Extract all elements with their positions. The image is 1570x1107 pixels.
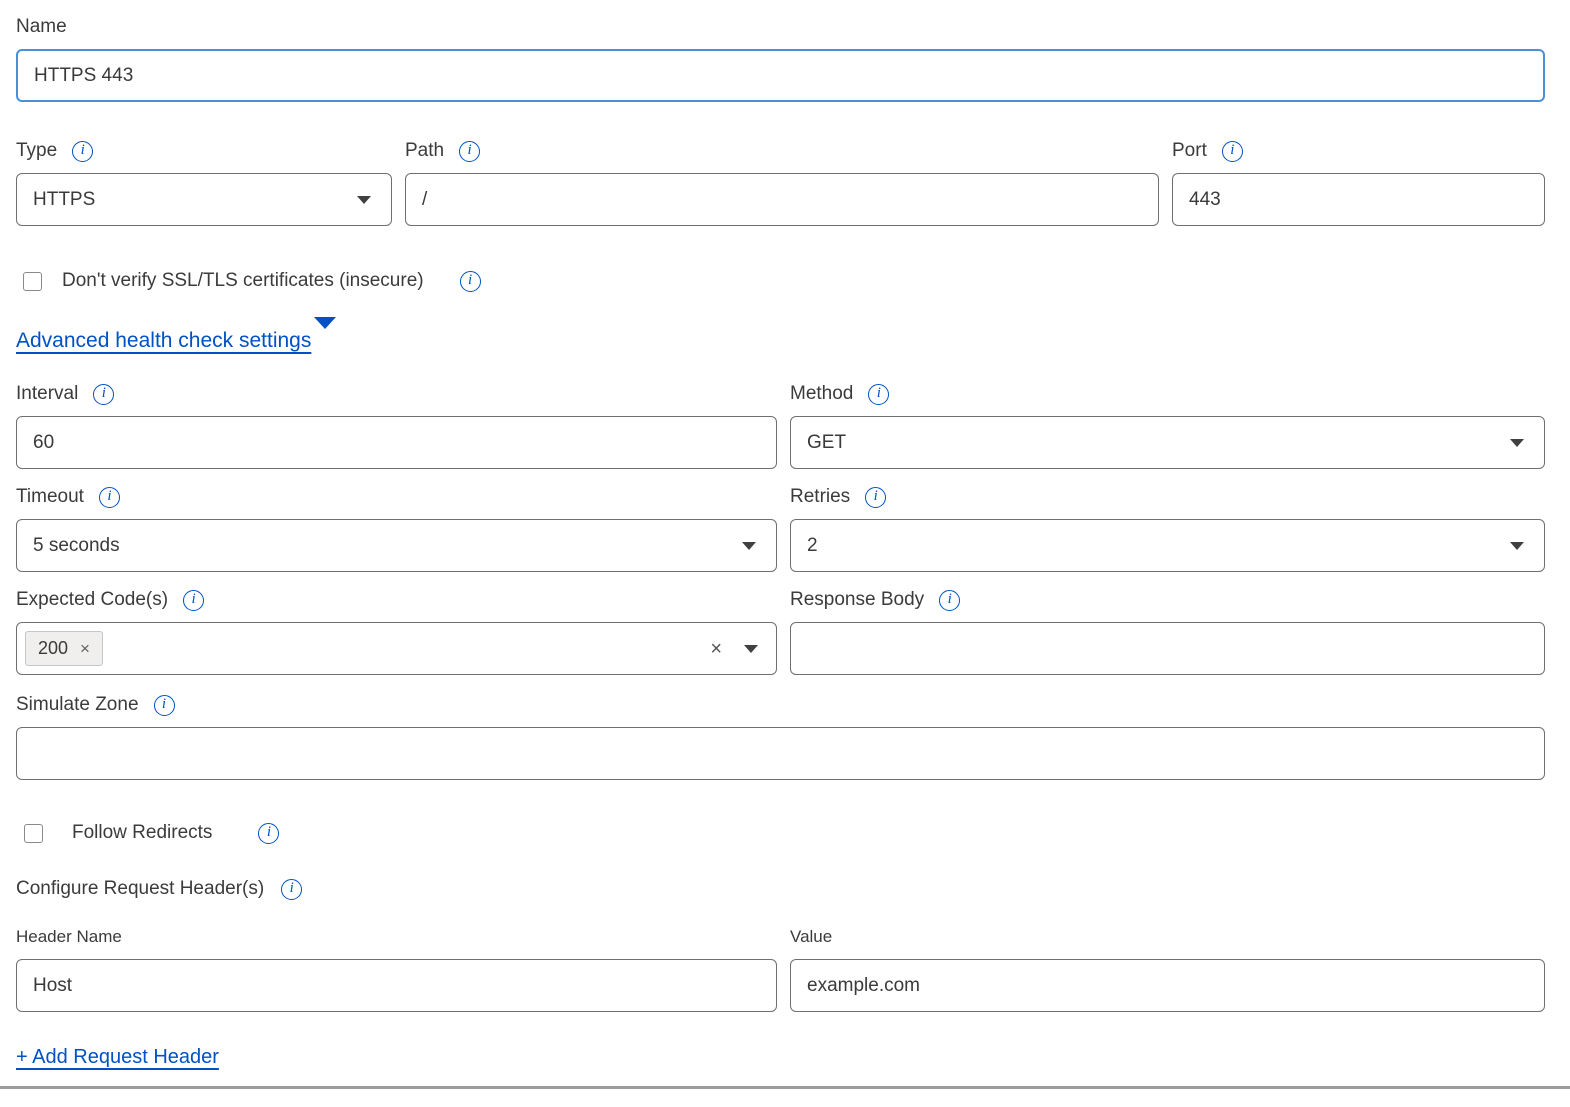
retries-select[interactable]: 2 [790,519,1545,572]
path-label: Path [405,140,444,162]
method-select-value: GET [807,432,846,454]
simulate-zone-label: Simulate Zone [16,694,139,716]
simulate-zone-field: Simulate Zone i [16,694,1545,780]
follow-redirects-checkbox[interactable] [24,824,43,843]
chevron-down-icon [744,645,758,653]
chevron-down-icon [742,542,756,550]
triangle-down-icon [314,317,336,352]
request-headers-section-label: Configure Request Header(s) [16,878,264,900]
interval-label: Interval [16,383,78,405]
advanced-settings-link[interactable]: Advanced health check settings [16,329,311,353]
ssl-verify-checkbox[interactable] [23,272,42,291]
info-icon[interactable]: i [72,141,93,162]
add-request-header-link[interactable]: + Add Request Header [16,1046,219,1069]
method-select[interactable]: GET [790,416,1545,469]
header-name-field: Header Name [16,927,777,1012]
path-field: Path i [405,140,1159,226]
chevron-down-icon [1510,439,1524,447]
info-icon[interactable]: i [99,487,120,508]
type-field: Type i HTTPS [16,140,392,226]
info-icon[interactable]: i [868,384,889,405]
retries-field: Retries i 2 [790,486,1545,572]
port-field: Port i [1172,140,1545,226]
path-input[interactable] [405,173,1159,226]
simulate-zone-input[interactable] [16,727,1545,780]
expected-codes-multiselect[interactable]: 200 × × [16,622,777,675]
code-tag-value: 200 [38,638,68,659]
timeout-label: Timeout [16,486,84,508]
method-label: Method [790,383,853,405]
chevron-down-icon [1510,542,1524,550]
timeout-select[interactable]: 5 seconds [16,519,777,572]
port-input[interactable] [1172,173,1545,226]
header-value-input[interactable] [790,959,1545,1012]
header-value-column-label: Value [790,927,1545,947]
response-body-field: Response Body i [790,589,1545,675]
timeout-field: Timeout i 5 seconds [16,486,777,572]
type-select[interactable]: HTTPS [16,173,392,226]
advanced-settings-toggle[interactable]: Advanced health check settings [16,329,1545,353]
info-icon[interactable]: i [460,271,481,292]
header-value-field: Value [790,927,1545,1012]
response-body-input[interactable] [790,622,1545,675]
type-select-value: HTTPS [33,189,95,211]
info-icon[interactable]: i [93,384,114,405]
header-name-input[interactable] [16,959,777,1012]
expected-codes-field: Expected Code(s) i 200 × × [16,589,777,675]
info-icon[interactable]: i [939,590,960,611]
ssl-verify-label[interactable]: Don't verify SSL/TLS certificates (insec… [62,270,424,292]
expected-codes-label: Expected Code(s) [16,589,168,611]
info-icon[interactable]: i [183,590,204,611]
info-icon[interactable]: i [1222,141,1243,162]
info-icon[interactable]: i [281,879,302,900]
retries-select-value: 2 [807,535,818,557]
remove-tag-icon[interactable]: × [80,640,90,657]
request-header-row: Header Name Value [16,927,1545,1012]
interval-input[interactable] [16,416,777,469]
info-icon[interactable]: i [154,695,175,716]
info-icon[interactable]: i [865,487,886,508]
interval-field: Interval i [16,383,777,469]
health-check-form: Name Type i HTTPS Path i Port i [0,0,1545,1069]
info-icon[interactable]: i [258,823,279,844]
timeout-select-value: 5 seconds [33,535,120,557]
clear-all-icon[interactable]: × [710,639,722,659]
port-label: Port [1172,140,1207,162]
name-label: Name [16,16,67,38]
retries-label: Retries [790,486,850,508]
code-tag: 200 × [25,631,103,666]
response-body-label: Response Body [790,589,924,611]
name-input[interactable] [16,49,1545,102]
chevron-down-icon [357,196,371,204]
info-icon[interactable]: i [459,141,480,162]
follow-redirects-label[interactable]: Follow Redirects [72,822,212,844]
bottom-divider [0,1086,1570,1089]
type-label: Type [16,140,57,162]
header-name-column-label: Header Name [16,927,777,947]
method-field: Method i GET [790,383,1545,469]
